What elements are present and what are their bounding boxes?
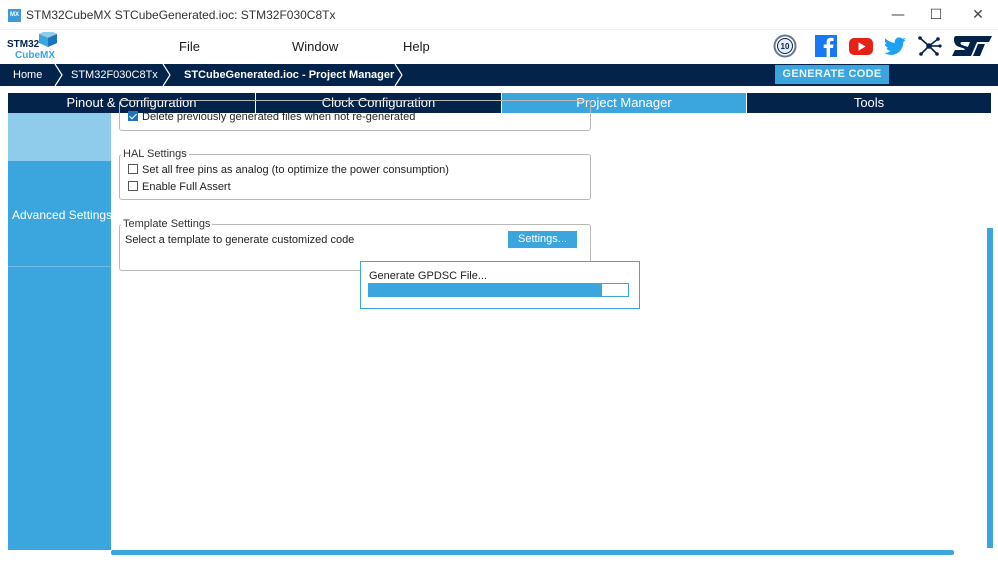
10-year-badge-icon[interactable]: 10: [772, 34, 798, 58]
full-assert-label: Enable Full Assert: [142, 181, 231, 193]
breadcrumb-chevron-icon: [54, 64, 63, 86]
generate-code-button[interactable]: GENERATE CODE: [775, 65, 889, 84]
menu-file[interactable]: File: [179, 39, 200, 54]
svg-text:10: 10: [781, 42, 790, 51]
st-logo-icon[interactable]: [950, 34, 994, 58]
tab-tools[interactable]: Tools: [747, 93, 991, 113]
progress-dialog: Generate GPDSC File...: [360, 261, 640, 309]
left-margin: [0, 93, 8, 555]
facebook-icon[interactable]: [814, 34, 838, 58]
maximize-button[interactable]: ☐: [916, 0, 956, 30]
sidebar-item-code-generator[interactable]: [8, 113, 111, 161]
window-title: STM32CubeMX STCubeGenerated.ioc: STM32F0…: [26, 8, 336, 22]
minimize-button[interactable]: —: [878, 0, 918, 30]
free-pins-analog-checkbox[interactable]: [128, 164, 138, 174]
breadcrumb-chevron-icon: [162, 64, 171, 86]
close-button[interactable]: ✕: [958, 0, 998, 30]
breadcrumb-home[interactable]: Home: [13, 64, 42, 86]
breadcrumb-chevron-icon: [394, 64, 403, 86]
sidebar-item-label: Advanced Settings: [12, 208, 113, 222]
sidebar-item-advanced-settings[interactable]: Advanced Settings: [8, 161, 113, 267]
title-bar: MX STM32CubeMX STCubeGenerated.ioc: STM3…: [0, 0, 998, 30]
menu-help[interactable]: Help: [403, 39, 430, 54]
progress-bar-fill: [369, 284, 602, 296]
logo-line1: STM32: [7, 39, 40, 50]
vertical-scrollbar-thumb[interactable]: [987, 228, 993, 548]
template-settings-title: Template Settings: [121, 218, 213, 230]
free-pins-analog-label: Set all free pins as analog (to optimize…: [142, 164, 449, 176]
hal-settings-group: [119, 154, 591, 200]
template-description: Select a template to generate customized…: [125, 234, 355, 246]
delete-generated-files-checkbox[interactable]: [128, 111, 138, 121]
tabs-spacer: [0, 86, 998, 93]
bottom-strip: [0, 555, 998, 562]
app-icon: MX: [8, 9, 21, 22]
breadcrumb-project[interactable]: STCubeGenerated.ioc - Project Manager: [184, 64, 394, 86]
menu-window[interactable]: Window: [292, 39, 338, 54]
breadcrumb-device[interactable]: STM32F030C8Tx: [71, 64, 158, 86]
stm32cubemx-logo: STM32 CubeMX: [7, 32, 57, 61]
progress-dialog-text: Generate GPDSC File...: [369, 270, 487, 282]
network-share-icon[interactable]: [916, 34, 942, 58]
free-pins-analog-option[interactable]: Set all free pins as analog (to optimize…: [128, 164, 449, 176]
delete-generated-files-option[interactable]: Delete previously generated files when n…: [128, 111, 415, 123]
full-assert-option[interactable]: Enable Full Assert: [128, 181, 231, 193]
youtube-icon[interactable]: [848, 34, 874, 58]
delete-generated-files-label: Delete previously generated files when n…: [142, 111, 416, 123]
hal-settings-title: HAL Settings: [121, 148, 189, 160]
full-assert-checkbox[interactable]: [128, 181, 138, 191]
logo-line2: CubeMX: [15, 50, 55, 61]
template-settings-button[interactable]: Settings...: [508, 231, 577, 248]
twitter-icon[interactable]: [882, 34, 908, 58]
progress-bar: [368, 283, 629, 297]
